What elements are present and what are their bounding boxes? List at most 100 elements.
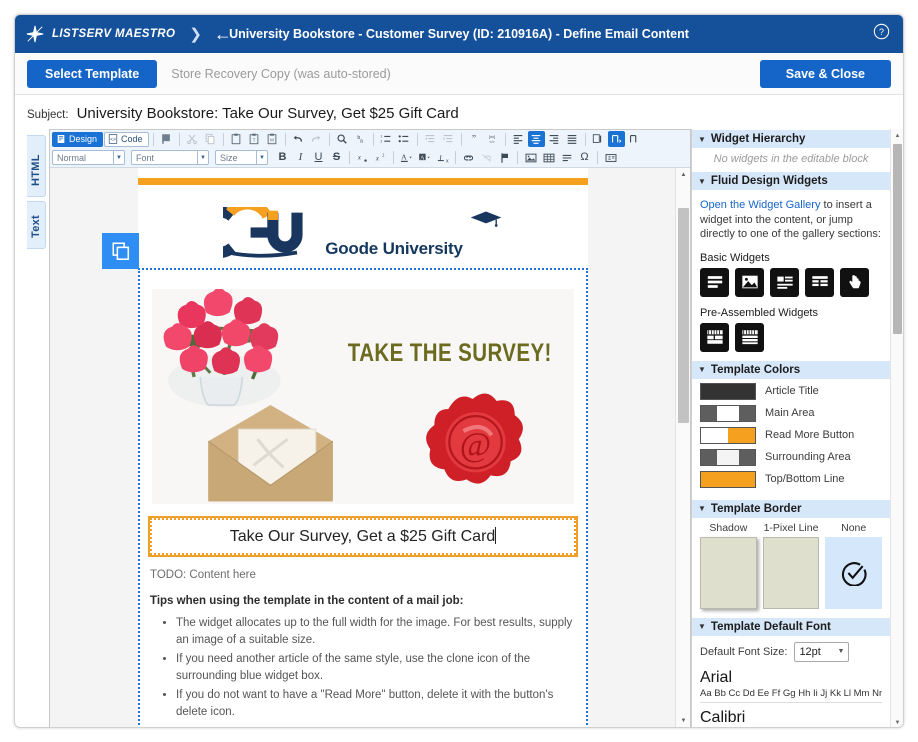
- color-row-top-bottom-line[interactable]: Top/Bottom Line: [700, 470, 882, 488]
- outdent-button[interactable]: [422, 131, 439, 147]
- remove-format-button[interactable]: Ix: [434, 150, 451, 166]
- border-option-1-pixel-line[interactable]: 1-Pixel Line: [762, 522, 820, 609]
- table-widget-icon[interactable]: [805, 267, 834, 297]
- div-container-button[interactable]: [xx] </>: [484, 131, 501, 147]
- arrow-left-icon[interactable]: ←: [214, 25, 232, 43]
- tab-text[interactable]: Text: [27, 201, 46, 249]
- section-template-colors[interactable]: ▼ Template Colors: [692, 359, 890, 379]
- design-mode-button[interactable]: Design: [52, 131, 104, 147]
- scroll-down-icon[interactable]: ▼: [676, 714, 690, 727]
- page-break-button[interactable]: [602, 150, 619, 166]
- bulleted-list-button[interactable]: [396, 131, 413, 147]
- background-color-button[interactable]: A: [416, 150, 433, 166]
- subject-value[interactable]: University Bookstore: Take Our Survey, G…: [77, 105, 459, 122]
- brand-logo-area[interactable]: LISTSERV MAESTRO: [15, 24, 175, 44]
- align-justify-button[interactable]: [564, 131, 581, 147]
- text-color-button[interactable]: A: [398, 150, 415, 166]
- paste-word-button[interactable]: W: [264, 131, 281, 147]
- sidebar-vertical-scrollbar[interactable]: ▲ ▼: [890, 129, 903, 727]
- find-button[interactable]: [334, 131, 351, 147]
- scroll-up-icon[interactable]: ▲: [676, 168, 690, 182]
- table-button[interactable]: [540, 150, 557, 166]
- underline-button[interactable]: U: [310, 150, 327, 166]
- align-left-button[interactable]: [510, 131, 527, 147]
- bidi-ltr-button[interactable]: [590, 131, 607, 147]
- scrollbar-thumb[interactable]: [893, 144, 902, 334]
- application-window: LISTSERV MAESTRO ❯ ← University Bookstor…: [14, 14, 904, 728]
- section-template-border[interactable]: ▼ Template Border: [692, 498, 890, 518]
- undo-button[interactable]: [290, 131, 307, 147]
- color-label: Top/Bottom Line: [765, 473, 845, 486]
- subscript-button[interactable]: x: [354, 150, 371, 166]
- link-button[interactable]: [460, 150, 477, 166]
- text-widget-icon[interactable]: [700, 267, 729, 297]
- select-template-button[interactable]: Select Template: [27, 59, 158, 88]
- color-label: Main Area: [765, 407, 815, 420]
- help-circle-icon[interactable]: ?: [873, 23, 890, 45]
- widget-gallery-link[interactable]: Open the Widget Gallery: [700, 199, 820, 211]
- color-row-main-area[interactable]: Main Area: [700, 404, 882, 422]
- redo-button[interactable]: [308, 131, 325, 147]
- list-layout-widget-icon[interactable]: [735, 322, 764, 352]
- code-mode-button[interactable]: <> Code: [104, 131, 149, 147]
- color-row-article-title[interactable]: Article Title: [700, 382, 882, 400]
- anchor-button[interactable]: [496, 150, 513, 166]
- color-row-surrounding-area[interactable]: Surrounding Area: [700, 448, 882, 466]
- source-flag-icon: [162, 134, 170, 144]
- paste-text-icon: T: [249, 133, 259, 145]
- font-option-arial[interactable]: Arial Aa Bb Cc Dd Ee Ff Gg Hh Ii Jj Kk L…: [700, 669, 882, 703]
- paragraph-format-select[interactable]: Normal ▼: [52, 150, 125, 165]
- paste-button[interactable]: [228, 131, 245, 147]
- strikethrough-button[interactable]: S: [328, 150, 345, 166]
- font-size-select[interactable]: Size ▼: [215, 150, 268, 165]
- border-option-none[interactable]: None: [825, 522, 883, 609]
- bidi-rtl-button[interactable]: [607, 131, 625, 147]
- italic-button[interactable]: I: [292, 150, 309, 166]
- svg-text:A: A: [420, 155, 425, 161]
- section-template-default-font[interactable]: ▼ Template Default Font: [692, 616, 890, 636]
- blockquote-button[interactable]: ”: [466, 131, 483, 147]
- copy-button[interactable]: [202, 131, 219, 147]
- font-family-select[interactable]: Font ▼: [131, 150, 209, 165]
- language-button[interactable]: [626, 131, 643, 147]
- unlink-button[interactable]: [478, 150, 495, 166]
- image-widget-icon[interactable]: [735, 267, 764, 297]
- cut-button[interactable]: [184, 131, 201, 147]
- font-specimen: Aa Bb Cc Dd Ee Ff Gg Hh Ii Jj Kk Ll Mm N…: [700, 687, 882, 703]
- scroll-down-icon[interactable]: ▼: [891, 716, 903, 727]
- numbered-list-button[interactable]: 12: [378, 131, 395, 147]
- default-font-size-select[interactable]: 12pt ▼: [794, 641, 850, 662]
- tab-html[interactable]: HTML: [27, 135, 46, 197]
- paste-text-button[interactable]: T: [246, 131, 263, 147]
- scroll-up-icon[interactable]: ▲: [891, 129, 903, 142]
- email-canvas[interactable]: Goode University @ TAKE THE SURVEY! Take…: [50, 168, 675, 727]
- recovery-copy-status: Store Recovery Copy (was auto-stored): [171, 66, 391, 81]
- canvas-vertical-scrollbar[interactable]: ▲ ▼: [675, 168, 690, 727]
- save-and-close-button[interactable]: Save & Close: [759, 59, 891, 88]
- special-char-button[interactable]: Ω: [576, 150, 593, 166]
- clone-widget-icon[interactable]: [102, 233, 139, 269]
- superscript-button[interactable]: x2: [372, 150, 389, 166]
- headline-editable-box[interactable]: Take Our Survey, Get a $25 Gift Card: [148, 516, 578, 557]
- align-right-button[interactable]: [546, 131, 563, 147]
- redo-arrow-icon: [311, 135, 321, 142]
- replace-button[interactable]: ba: [352, 131, 369, 147]
- align-center-button[interactable]: [527, 131, 545, 147]
- scrollbar-thumb[interactable]: [678, 208, 689, 423]
- indent-button[interactable]: [440, 131, 457, 147]
- image-button[interactable]: [522, 150, 539, 166]
- border-option-shadow[interactable]: Shadow: [700, 522, 757, 609]
- button-widget-icon[interactable]: [840, 267, 869, 297]
- bold-button[interactable]: B: [274, 150, 291, 166]
- color-row-read-more-button[interactable]: Read More Button: [700, 426, 882, 444]
- section-widget-hierarchy[interactable]: ▼ Widget Hierarchy: [692, 129, 890, 148]
- horizontal-rule-button[interactable]: [558, 150, 575, 166]
- font-name: Calibri: [700, 708, 746, 726]
- email-text-block[interactable]: TODO: Content here Tips when using the t…: [138, 557, 588, 727]
- section-title: Widget Hierarchy: [710, 133, 806, 145]
- article-layout-widget-icon[interactable]: [700, 322, 729, 352]
- section-fluid-design-widgets[interactable]: ▼ Fluid Design Widgets: [692, 171, 890, 190]
- source-button[interactable]: [158, 131, 175, 147]
- font-option-calibri[interactable]: Calibri Aa Bb Cc Dd Ee Ff Gg Hh Ii Jj Kk…: [700, 708, 882, 727]
- text-image-widget-icon[interactable]: [770, 267, 799, 297]
